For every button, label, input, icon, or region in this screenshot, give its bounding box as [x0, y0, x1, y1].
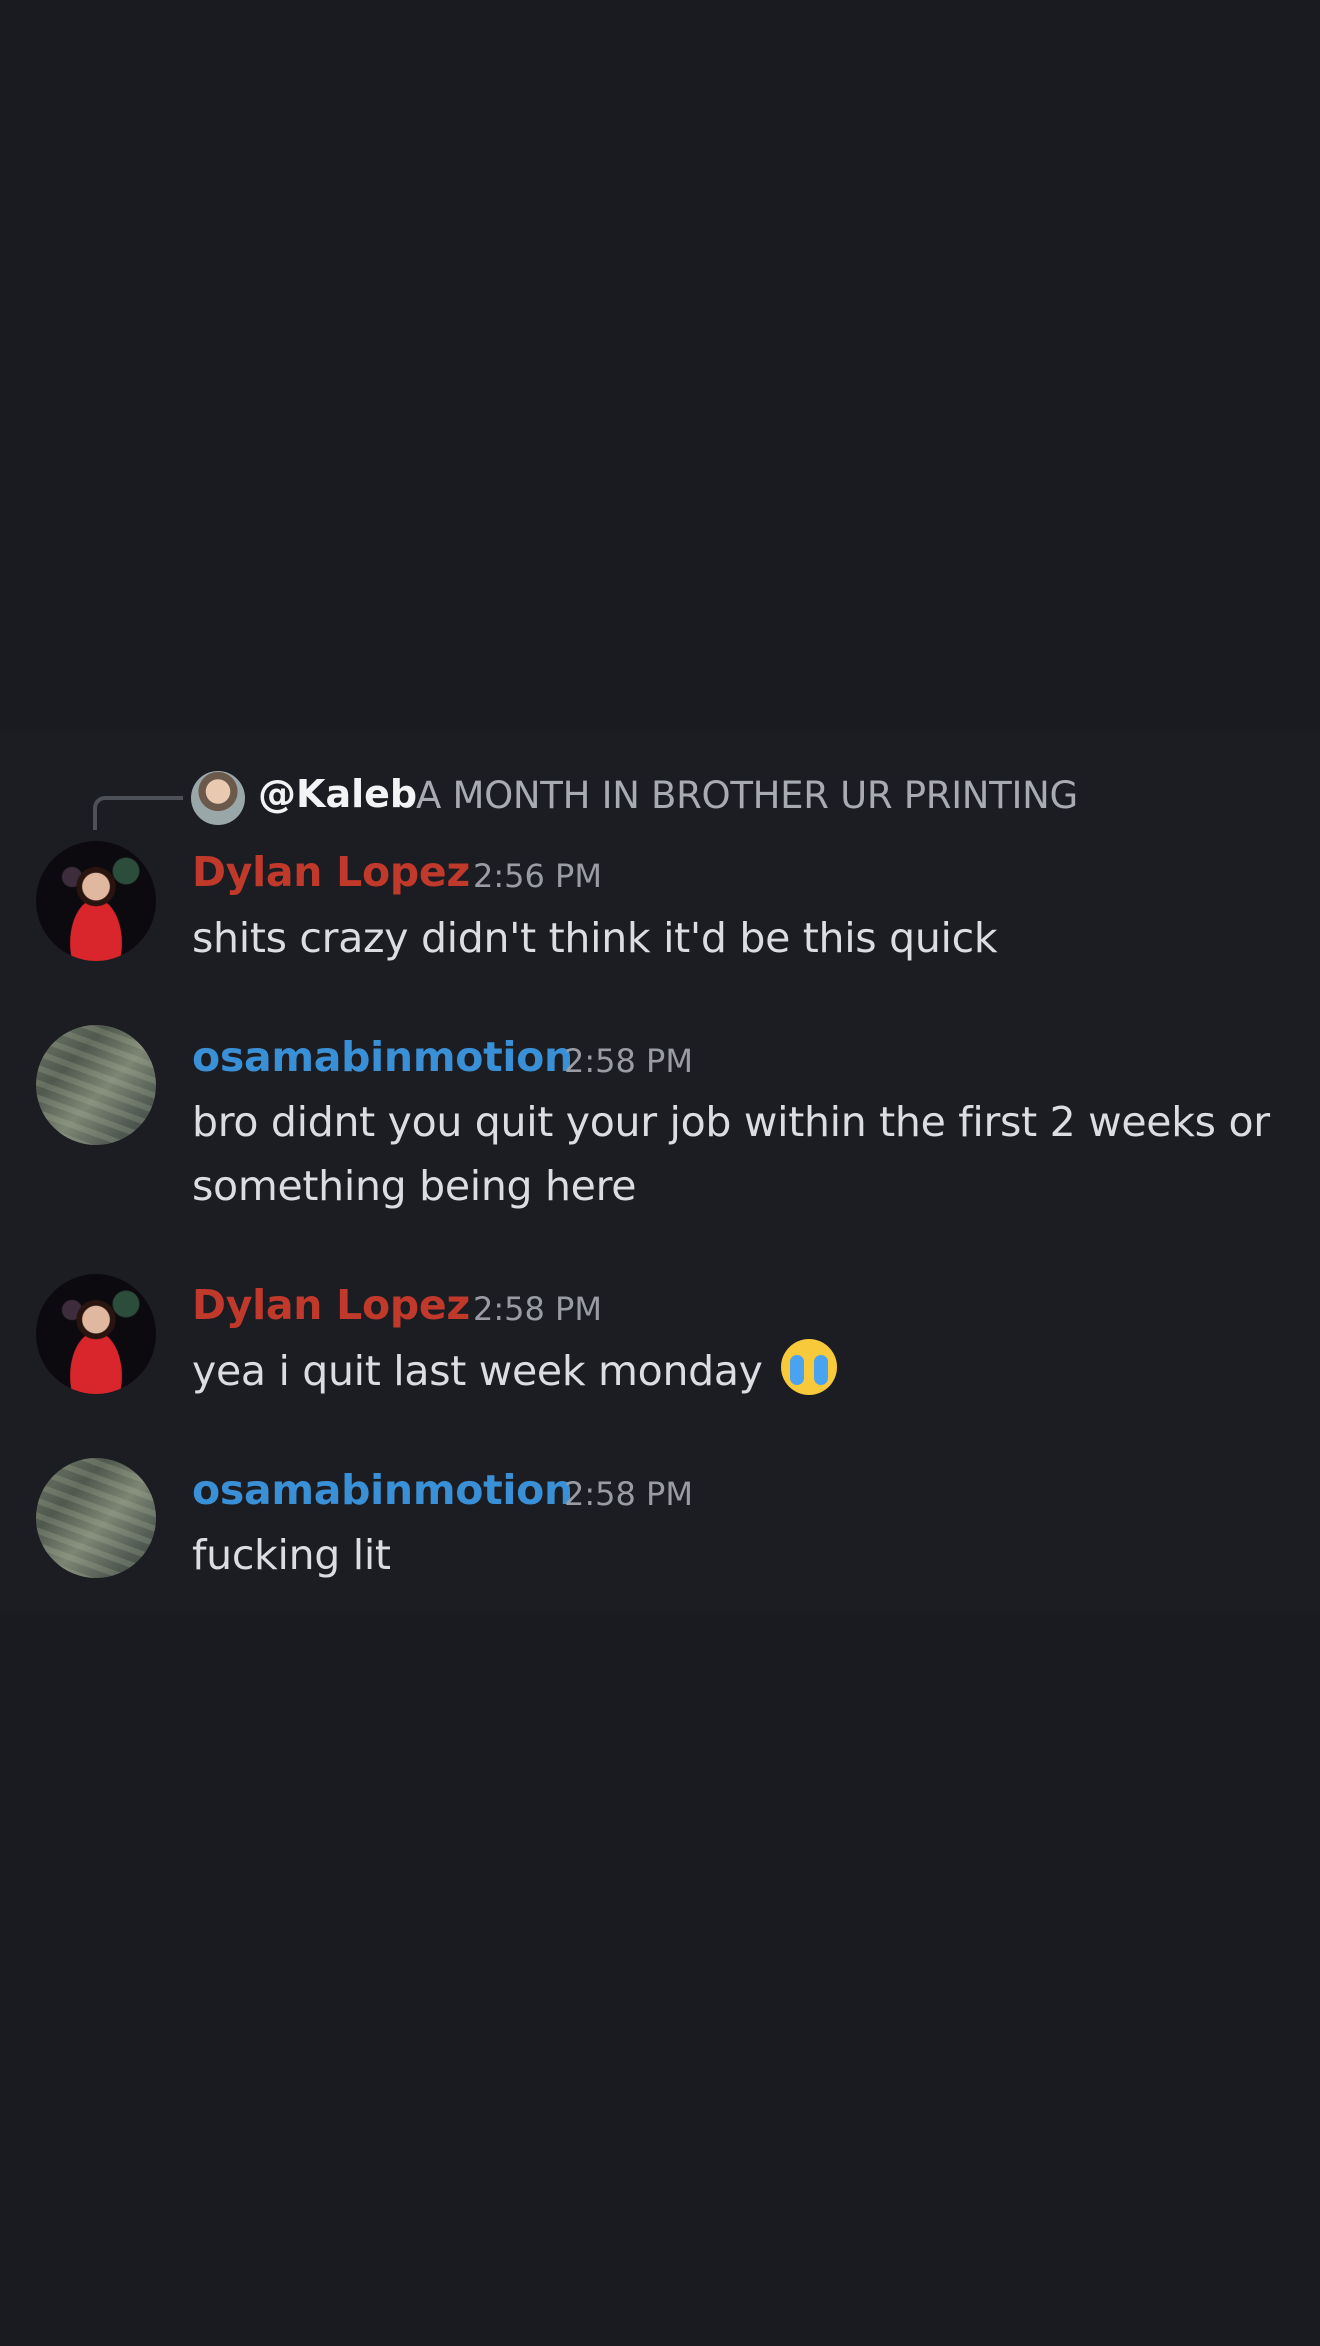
avatar-osamabinmotion[interactable] — [36, 1025, 156, 1145]
reply-avatar[interactable] — [191, 771, 245, 825]
reply-preview-text[interactable]: A MONTH IN BROTHER UR PRINTING — [416, 774, 1078, 817]
avatar-osamabinmotion[interactable] — [36, 1458, 156, 1578]
loudly-crying-face-emoji-icon — [781, 1339, 838, 1395]
message-username[interactable]: osamabinmotion — [192, 1033, 573, 1081]
message-text: fucking lit — [192, 1531, 391, 1579]
message-username[interactable]: Dylan Lopez — [192, 1281, 470, 1329]
avatar-dylan-lopez[interactable] — [36, 1274, 156, 1394]
message-timestamp: 2:58 PM — [564, 1475, 693, 1513]
message-username[interactable]: Dylan Lopez — [192, 848, 470, 896]
message-text: bro didnt you quit your job within the f… — [192, 1098, 1270, 1146]
message-timestamp: 2:56 PM — [473, 857, 602, 895]
message-timestamp: 2:58 PM — [564, 1042, 693, 1080]
message-username[interactable]: osamabinmotion — [192, 1466, 573, 1514]
message-timestamp: 2:58 PM — [473, 1290, 602, 1328]
reply-username[interactable]: @Kaleb — [258, 772, 417, 816]
reply-connector-line — [93, 796, 183, 830]
message-text: something being here — [192, 1162, 637, 1210]
message-text: yea i quit last week monday — [192, 1339, 838, 1403]
message-text-body: yea i quit last week monday — [192, 1347, 763, 1395]
avatar-dylan-lopez[interactable] — [36, 841, 156, 961]
message-text: shits crazy didn't think it'd be this qu… — [192, 914, 998, 962]
